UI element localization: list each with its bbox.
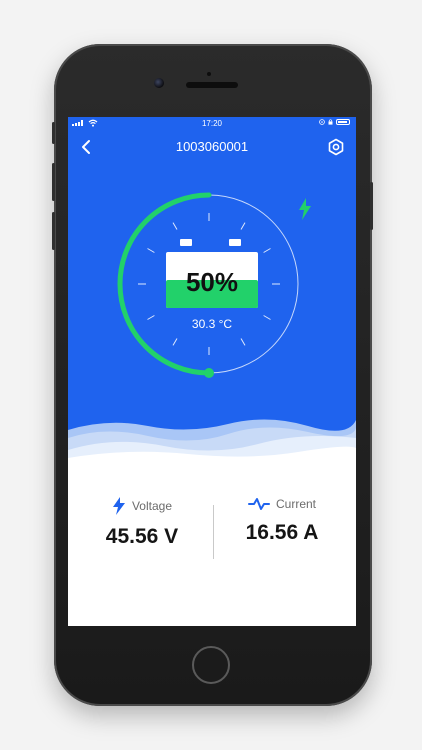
home-button[interactable] xyxy=(192,646,230,684)
battery-temperature: 30.3 °C xyxy=(191,317,233,331)
battery-terminal-right xyxy=(229,239,241,246)
volume-up-button xyxy=(52,163,55,201)
gauge-knob xyxy=(204,368,214,378)
lightning-icon xyxy=(112,497,125,515)
voltage-value: 45.56 V xyxy=(105,525,179,548)
decorative-waves xyxy=(68,419,356,462)
voltage-label: Voltage xyxy=(131,499,173,513)
silent-switch xyxy=(52,122,55,144)
earpiece-speaker xyxy=(186,82,238,88)
current-metric: Current 16.56 A xyxy=(212,497,352,545)
front-camera xyxy=(154,78,164,88)
pulse-wave-icon xyxy=(247,498,270,510)
lightning-icon xyxy=(299,198,311,220)
voltage-label-row: Voltage xyxy=(72,497,212,515)
proximity-sensor xyxy=(207,72,211,76)
current-label-row: Current xyxy=(212,497,352,511)
battery-percentage: 50% xyxy=(185,267,239,297)
power-button xyxy=(370,182,373,230)
current-label: Current xyxy=(275,497,316,511)
current-value: 16.56 A xyxy=(245,521,319,544)
battery-gauge xyxy=(117,192,299,378)
app-screen: 17:20 1003060001 50% 30.3 °C Voltage 45.… xyxy=(68,117,356,626)
voltage-metric: Voltage 45.56 V xyxy=(72,497,212,549)
volume-down-button xyxy=(52,212,55,250)
battery-terminal-left xyxy=(180,239,192,246)
